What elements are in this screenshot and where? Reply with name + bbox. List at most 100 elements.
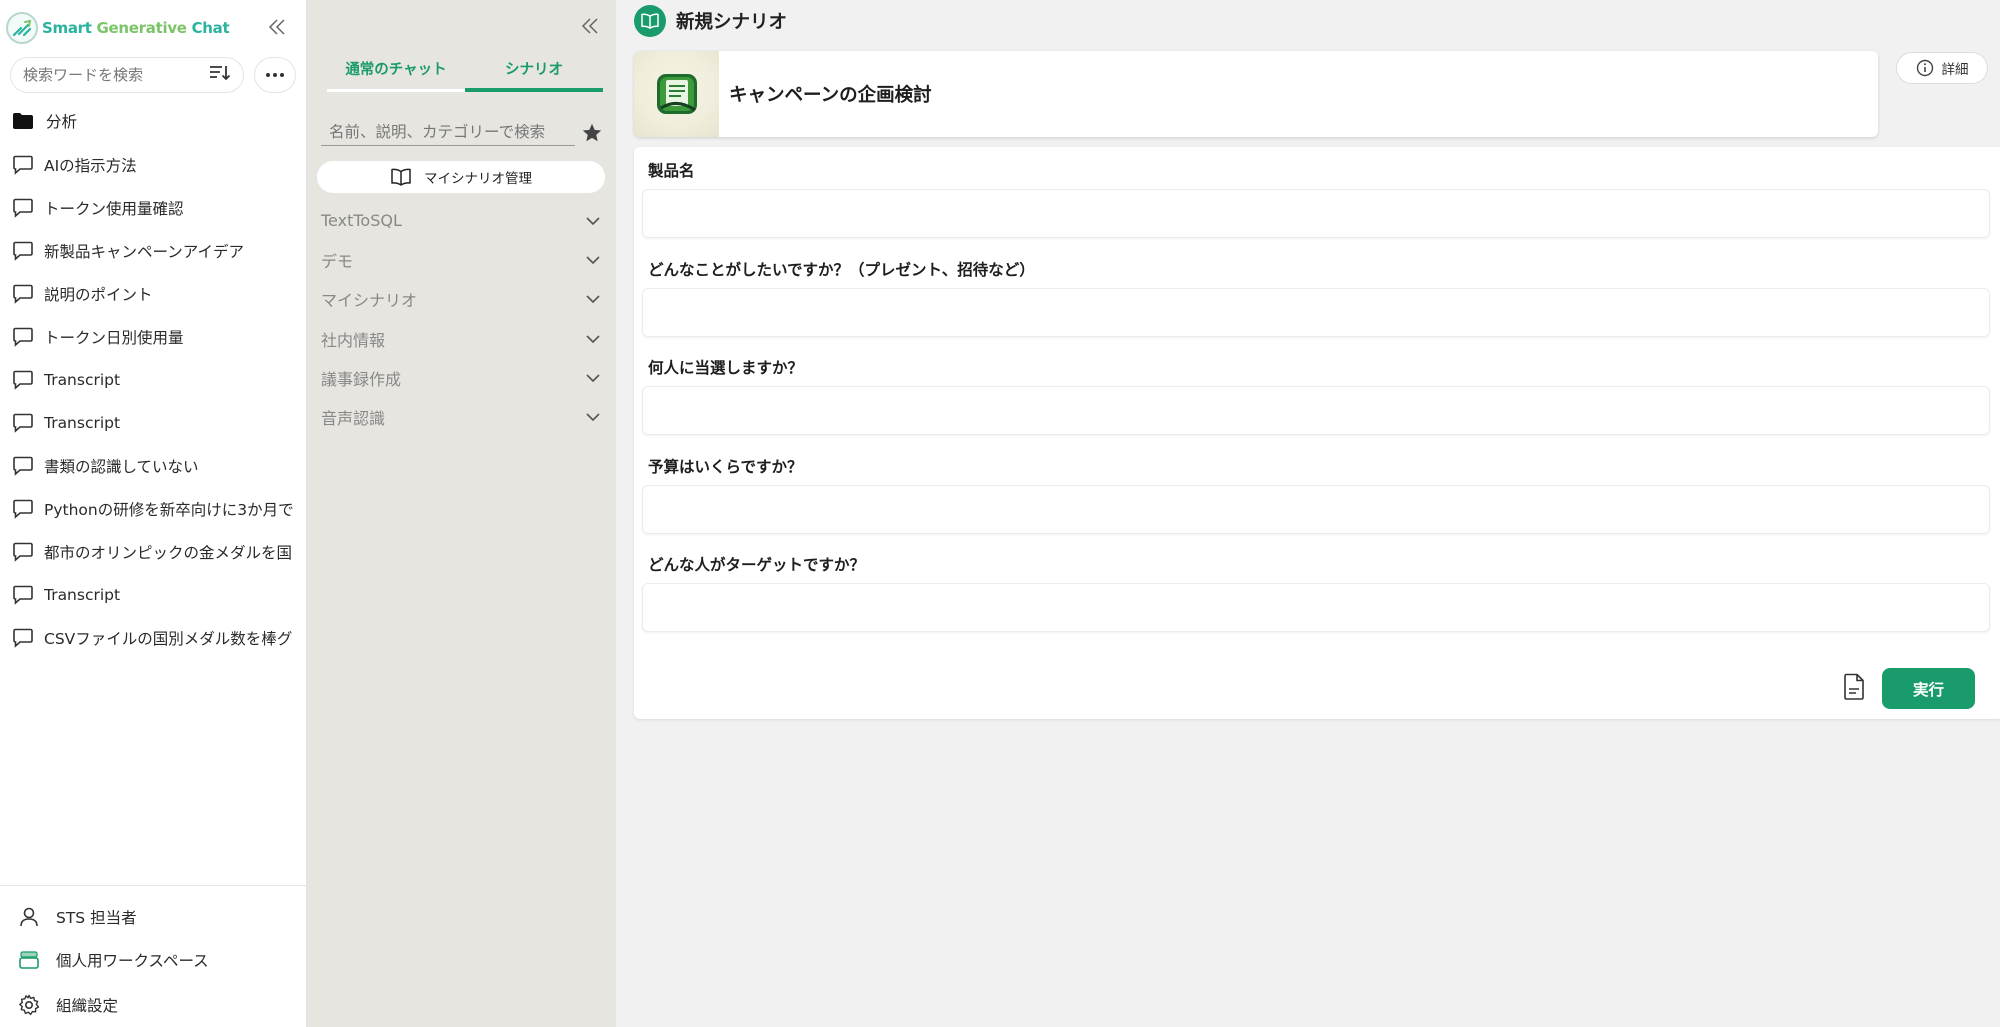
chat-item[interactable]: 都市のオリンピックの金メダルを国 bbox=[0, 530, 306, 573]
chat-item[interactable]: Pythonの研修を新卒向けに3か月で bbox=[0, 487, 306, 530]
chat-item-label: 説明のポイント bbox=[44, 285, 153, 304]
user-menu[interactable]: STS 担当者 bbox=[0, 895, 306, 938]
chat-item[interactable]: CSVファイルの国別メダル数を棒グ bbox=[0, 616, 306, 659]
double-chevron-left-icon bbox=[581, 18, 598, 34]
folder-label: 分析 bbox=[46, 113, 78, 131]
my-scenarios-label: マイシナリオ管理 bbox=[424, 171, 532, 187]
chat-item[interactable]: トークン使用量確認 bbox=[0, 186, 306, 229]
info-icon bbox=[1916, 59, 1933, 77]
chat-item-label: 新製品キャンペーンアイデア bbox=[44, 242, 244, 261]
chat-search-input[interactable] bbox=[23, 66, 209, 84]
collapse-sidebar-button[interactable] bbox=[262, 12, 292, 42]
field-label: 予算はいくらですか？ bbox=[648, 457, 803, 476]
winner-count-input[interactable] bbox=[642, 386, 1990, 435]
scenario-category-list: TextToSQL デモ マイシナリオ 社内情報 議事録作成 音声認識 bbox=[321, 201, 601, 437]
speech-bubble-icon bbox=[13, 241, 33, 261]
speech-bubble-icon bbox=[13, 499, 33, 519]
sidebar: Smart Generative Chat 分析 AIの指示方法 トークン使用量… bbox=[0, 0, 307, 1027]
scenario-search-box bbox=[321, 118, 575, 146]
category-item[interactable]: 議事録作成 bbox=[321, 358, 601, 397]
star-icon bbox=[582, 123, 602, 142]
scenario-name: キャンペーンの企画検討 bbox=[729, 85, 932, 106]
speech-bubble-icon bbox=[13, 585, 33, 605]
category-label: デモ bbox=[321, 251, 354, 271]
tab-scenario[interactable]: シナリオ bbox=[465, 58, 603, 92]
logo-icon bbox=[6, 12, 38, 44]
field-label: どんなことがしたいですか？（プレゼント、招待など） bbox=[648, 260, 1035, 279]
category-item[interactable]: マイシナリオ bbox=[321, 280, 601, 319]
chat-item[interactable]: AIの指示方法 bbox=[0, 143, 306, 186]
chat-item[interactable]: Transcript bbox=[0, 573, 306, 616]
budget-input[interactable] bbox=[642, 484, 1990, 534]
org-settings-label: 組織設定 bbox=[56, 996, 119, 1015]
chevron-down-icon bbox=[586, 295, 600, 304]
mode-tabs: 通常のチャット シナリオ bbox=[327, 58, 603, 92]
category-label: マイシナリオ bbox=[321, 291, 418, 311]
goal-input[interactable] bbox=[642, 287, 1990, 337]
target-input[interactable] bbox=[642, 583, 1990, 632]
chat-item[interactable]: Transcript bbox=[0, 358, 306, 401]
field-target: どんな人がターゲットですか？ bbox=[642, 553, 1990, 632]
workspace-switcher[interactable]: 個人用ワークスペース bbox=[0, 938, 306, 981]
chat-item[interactable]: Transcript bbox=[0, 401, 306, 444]
ellipsis-icon bbox=[266, 73, 284, 77]
speech-bubble-icon bbox=[13, 155, 33, 175]
category-item[interactable]: TextToSQL bbox=[321, 201, 601, 240]
chevron-down-icon bbox=[586, 374, 600, 382]
page-header: 新規シナリオ bbox=[634, 4, 787, 38]
run-button[interactable]: 実行 bbox=[1882, 668, 1975, 709]
field-goal: どんなことがしたいですか？（プレゼント、招待など） bbox=[642, 258, 1990, 337]
chat-item-label: 都市のオリンピックの金メダルを国 bbox=[44, 543, 293, 562]
layers-icon bbox=[19, 950, 39, 969]
folder-item[interactable]: 分析 bbox=[12, 108, 77, 134]
speech-bubble-icon bbox=[13, 198, 33, 218]
field-product-name: 製品名 bbox=[642, 159, 1990, 238]
scenario-search-input[interactable] bbox=[329, 122, 569, 141]
workspace-name: 個人用ワークスペース bbox=[56, 951, 209, 970]
app-logo[interactable]: Smart Generative Chat bbox=[6, 10, 296, 46]
gear-icon bbox=[19, 994, 40, 1015]
category-label: 議事録作成 bbox=[321, 369, 402, 389]
chat-item-label: 書類の認識していない bbox=[44, 457, 199, 476]
chevron-down-icon bbox=[586, 256, 600, 265]
category-item[interactable]: 音声認識 bbox=[321, 397, 601, 436]
favorites-filter-button[interactable] bbox=[578, 119, 606, 147]
chat-item-label: CSVファイルの国別メダル数を棒グ bbox=[44, 629, 293, 648]
product-name-input[interactable] bbox=[642, 189, 1990, 238]
chat-item-label: Transcript bbox=[44, 585, 121, 604]
field-budget: 予算はいくらですか？ bbox=[642, 455, 1990, 534]
more-options-button[interactable] bbox=[254, 57, 296, 93]
tab-normal-chat[interactable]: 通常のチャット bbox=[327, 58, 465, 92]
book-icon bbox=[391, 168, 411, 186]
logo-text: Smart Generative Chat bbox=[42, 19, 230, 37]
detail-label: 詳細 bbox=[1941, 62, 1969, 78]
speech-bubble-icon bbox=[13, 370, 33, 390]
sort-icon[interactable] bbox=[209, 63, 231, 87]
document-icon bbox=[1844, 673, 1864, 700]
folder-icon bbox=[13, 113, 33, 129]
chat-item[interactable]: 書類の認識していない bbox=[0, 444, 306, 487]
detail-button[interactable]: 詳細 bbox=[1896, 52, 1988, 84]
scenario-form: 製品名 どんなことがしたいですか？（プレゼント、招待など） 何人に当選しますか？… bbox=[634, 147, 2000, 719]
double-chevron-left-icon bbox=[268, 19, 285, 35]
speech-bubble-icon bbox=[13, 327, 33, 347]
book-icon bbox=[634, 5, 666, 37]
chat-item-label: Transcript bbox=[44, 370, 121, 389]
field-label: 製品名 bbox=[648, 162, 695, 180]
org-settings-link[interactable]: 組織設定 bbox=[0, 983, 306, 1026]
category-item[interactable]: デモ bbox=[321, 240, 601, 279]
chat-item[interactable]: トークン日別使用量 bbox=[0, 315, 306, 358]
chat-item-label: トークン使用量確認 bbox=[44, 199, 184, 218]
chevron-down-icon bbox=[586, 217, 600, 225]
chat-item[interactable]: 新製品キャンペーンアイデア bbox=[0, 229, 306, 272]
category-label: 社内情報 bbox=[321, 330, 386, 350]
chat-item[interactable]: 説明のポイント bbox=[0, 272, 306, 315]
user-icon bbox=[20, 907, 38, 926]
category-item[interactable]: 社内情報 bbox=[321, 319, 601, 358]
speech-bubble-icon bbox=[13, 628, 33, 648]
collapse-scenario-panel-button[interactable] bbox=[575, 11, 605, 41]
chat-item-label: AIの指示方法 bbox=[44, 156, 137, 175]
my-scenarios-button[interactable]: マイシナリオ管理 bbox=[317, 161, 605, 193]
document-button[interactable] bbox=[1839, 670, 1869, 704]
category-label: 音声認識 bbox=[321, 409, 386, 429]
